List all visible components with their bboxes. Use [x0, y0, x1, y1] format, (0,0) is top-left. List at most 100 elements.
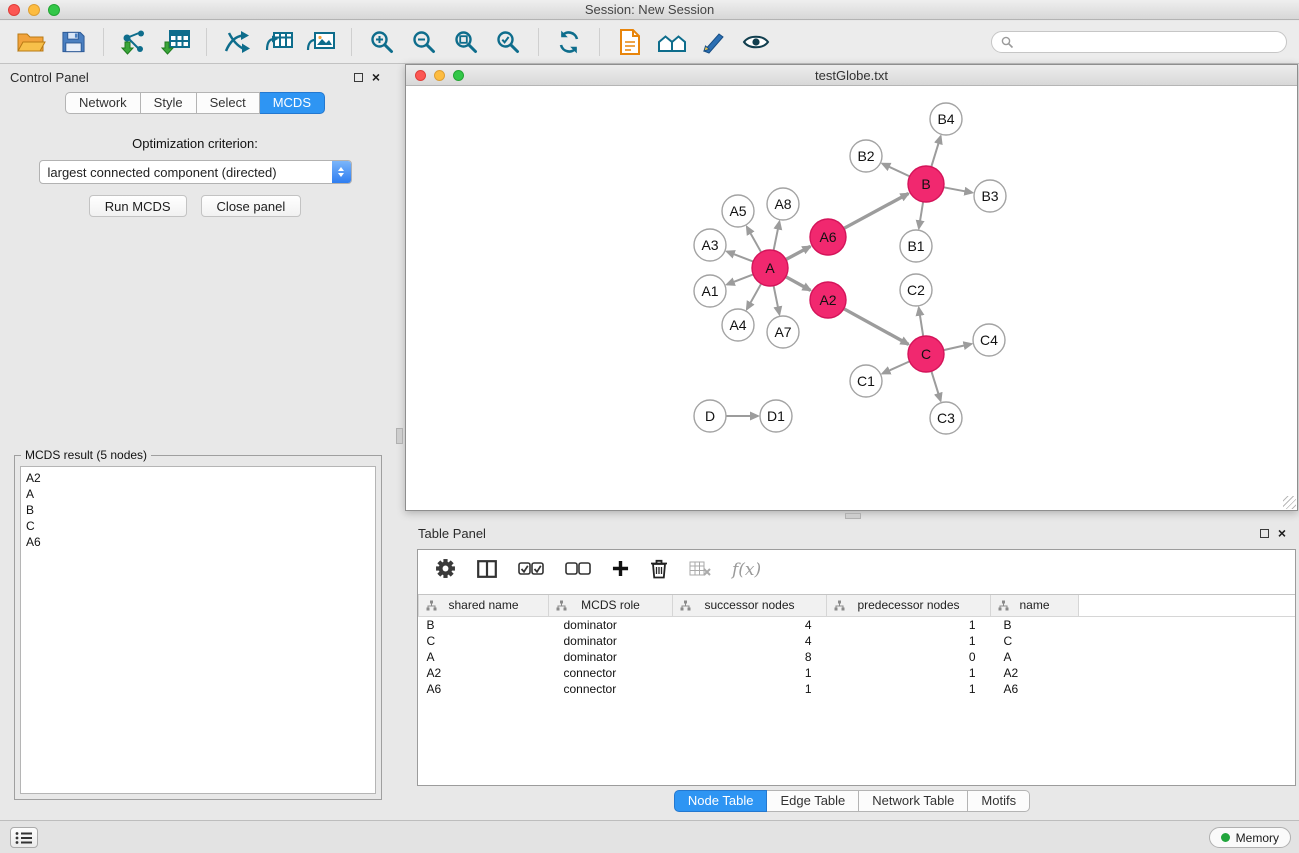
graph-edge-B-B3[interactable]	[944, 187, 973, 192]
table-row[interactable]: Cdominator41C	[419, 633, 1296, 649]
zoom-out-button[interactable]	[405, 25, 443, 59]
graph-edge-C-C3[interactable]	[931, 371, 940, 401]
save-session-button[interactable]	[54, 25, 92, 59]
table-cell[interactable]: B	[991, 616, 1079, 633]
graph-node-A6[interactable]: A6	[810, 219, 846, 255]
zoom-window-button[interactable]	[48, 4, 60, 16]
mcds-result-item[interactable]: C	[26, 518, 370, 534]
table-row[interactable]: Adominator80A	[419, 649, 1296, 665]
table-row[interactable]: A2connector11A2	[419, 665, 1296, 681]
table-cell[interactable]: C	[419, 633, 549, 649]
run-mcds-button[interactable]: Run MCDS	[89, 195, 187, 217]
graph-node-B3[interactable]: B3	[974, 180, 1006, 212]
graph-node-B1[interactable]: B1	[900, 230, 932, 262]
new-network-button[interactable]	[218, 25, 256, 59]
select-all-columns-button[interactable]	[518, 562, 544, 579]
graph-edge-A-A8[interactable]	[774, 222, 780, 251]
column-header-successor-nodes[interactable]: successor nodes	[673, 595, 827, 616]
table-cell[interactable]: 1	[827, 681, 991, 697]
mcds-result-item[interactable]: A2	[26, 470, 370, 486]
graph-node-C[interactable]: C	[908, 336, 944, 372]
mcds-result-list[interactable]: A2ABCA6	[20, 466, 376, 794]
table-tab-node-table[interactable]: Node Table	[674, 790, 768, 812]
zoom-fit-button[interactable]	[447, 25, 485, 59]
window-resize-grip[interactable]	[1283, 496, 1296, 509]
criterion-dropdown[interactable]: largest connected component (directed)	[39, 160, 352, 184]
column-header-shared-name[interactable]: shared name	[419, 595, 549, 616]
show-panels-button[interactable]	[10, 827, 38, 848]
table-cell[interactable]: A6	[419, 681, 549, 697]
export-image-button[interactable]	[302, 25, 340, 59]
zoom-selected-button[interactable]	[489, 25, 527, 59]
zoom-in-button[interactable]	[363, 25, 401, 59]
graph-edge-C-C1[interactable]	[882, 361, 909, 373]
graph-edge-A-A6[interactable]	[786, 246, 810, 259]
network-minimize-button[interactable]	[434, 70, 445, 81]
table-tab-motifs[interactable]: Motifs	[968, 790, 1030, 812]
import-table-from-file-button[interactable]	[157, 25, 195, 59]
graph-node-A2[interactable]: A2	[810, 282, 846, 318]
table-cell[interactable]: connector	[549, 681, 673, 697]
table-cell[interactable]: 1	[827, 665, 991, 681]
apply-preferred-layout-button[interactable]	[550, 25, 588, 59]
home-button[interactable]	[653, 25, 691, 59]
graph-node-A3[interactable]: A3	[694, 229, 726, 261]
tab-style[interactable]: Style	[141, 92, 197, 114]
graph-edge-A-A3[interactable]	[727, 251, 753, 261]
float-table-panel-icon[interactable]	[1260, 529, 1269, 538]
search-box[interactable]	[991, 31, 1287, 53]
node-table[interactable]: shared nameMCDS rolesuccessor nodesprede…	[418, 594, 1295, 785]
graph-node-D1[interactable]: D1	[760, 400, 792, 432]
mcds-result-item[interactable]: A	[26, 486, 370, 502]
graph-node-A4[interactable]: A4	[722, 309, 754, 341]
table-cell[interactable]: 1	[827, 616, 991, 633]
tab-mcds[interactable]: MCDS	[260, 92, 325, 114]
memory-button[interactable]: Memory	[1209, 827, 1291, 848]
graph-edge-A6-B[interactable]	[844, 194, 909, 229]
mcds-result-item[interactable]: A6	[26, 534, 370, 550]
graph-node-A8[interactable]: A8	[767, 188, 799, 220]
import-network-from-file-button[interactable]	[115, 25, 153, 59]
graph-node-A[interactable]: A	[752, 250, 788, 286]
graph-node-A7[interactable]: A7	[767, 316, 799, 348]
apply-style-button[interactable]	[695, 25, 733, 59]
close-panel-button[interactable]: Close panel	[201, 195, 302, 217]
table-cell[interactable]: C	[991, 633, 1079, 649]
table-cell[interactable]: 1	[673, 681, 827, 697]
graph-edge-A-A5[interactable]	[747, 227, 761, 253]
float-panel-icon[interactable]	[354, 73, 363, 82]
graph-edge-A-A1[interactable]	[727, 274, 753, 284]
tab-network[interactable]: Network	[65, 92, 141, 114]
table-cell[interactable]: A6	[991, 681, 1079, 697]
graph-edge-B-B1[interactable]	[919, 202, 923, 228]
mcds-result-item[interactable]: B	[26, 502, 370, 518]
open-document-button[interactable]	[611, 25, 649, 59]
table-cell[interactable]: B	[419, 616, 549, 633]
graph-edge-B-B2[interactable]	[882, 164, 909, 177]
create-column-button[interactable]	[612, 560, 629, 580]
table-cell[interactable]: 0	[827, 649, 991, 665]
graph-node-B[interactable]: B	[908, 166, 944, 202]
table-tab-network-table[interactable]: Network Table	[859, 790, 968, 812]
table-cell[interactable]: A	[991, 649, 1079, 665]
table-cell[interactable]: 1	[827, 633, 991, 649]
tab-select[interactable]: Select	[197, 92, 260, 114]
graph-node-C2[interactable]: C2	[900, 274, 932, 306]
table-options-button[interactable]	[435, 558, 456, 582]
new-network-table-button[interactable]	[260, 25, 298, 59]
graph-edge-A-A4[interactable]	[747, 284, 761, 310]
table-cell[interactable]: 4	[673, 616, 827, 633]
graph-edge-A-A7[interactable]	[774, 286, 780, 315]
close-panel-icon[interactable]: ×	[372, 71, 380, 83]
graph-edge-C-C2[interactable]	[919, 308, 923, 336]
graph-edge-A-A2[interactable]	[786, 277, 811, 291]
open-session-button[interactable]	[12, 25, 50, 59]
column-header-name[interactable]: name	[991, 595, 1079, 616]
table-tab-edge-table[interactable]: Edge Table	[767, 790, 859, 812]
table-cell[interactable]: 1	[673, 665, 827, 681]
show-graphics-details-button[interactable]	[737, 25, 775, 59]
graph-node-C4[interactable]: C4	[973, 324, 1005, 356]
network-zoom-button[interactable]	[453, 70, 464, 81]
table-cell[interactable]: connector	[549, 665, 673, 681]
graph-node-B4[interactable]: B4	[930, 103, 962, 135]
